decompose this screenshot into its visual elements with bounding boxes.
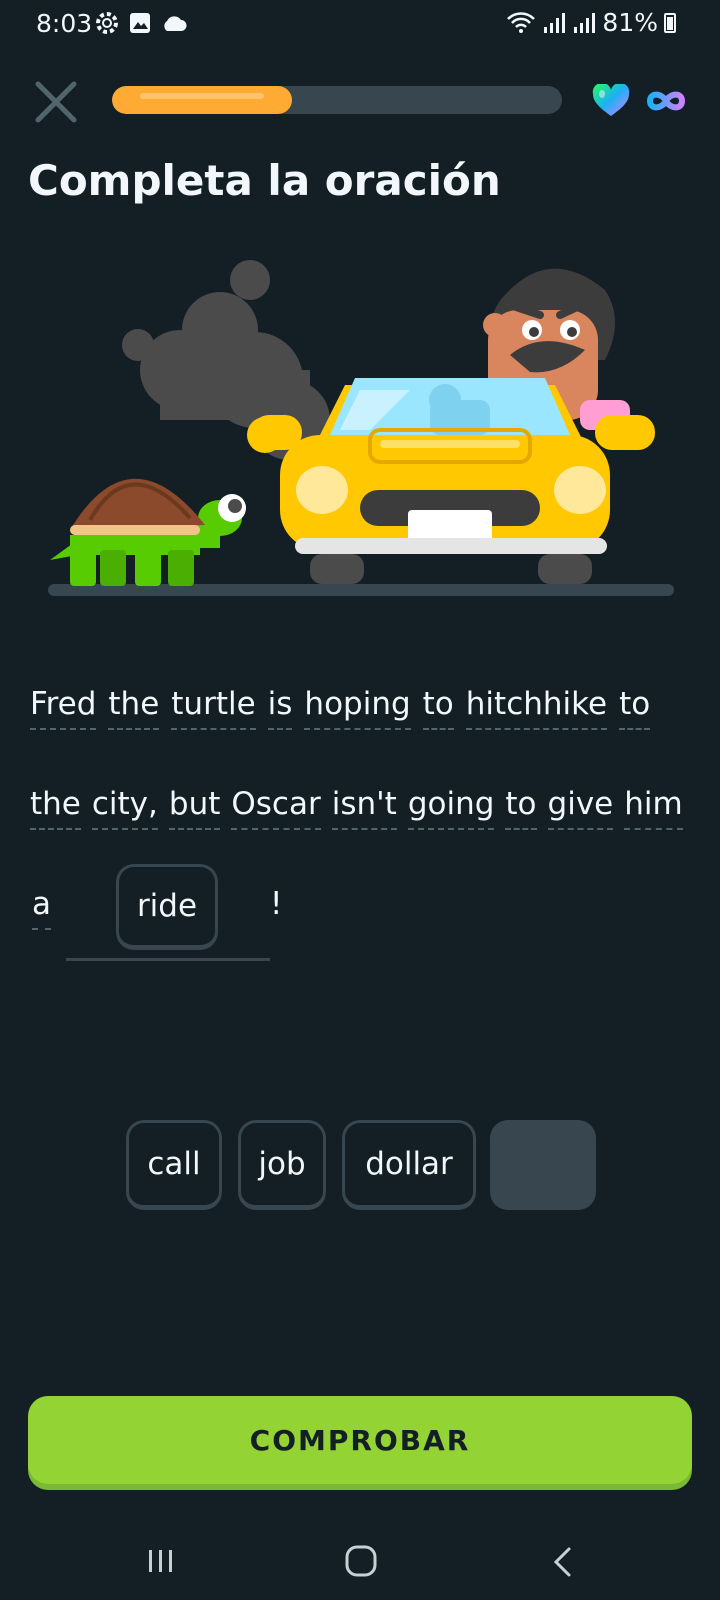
- cloud-icon: [164, 16, 187, 31]
- sentence-word[interactable]: but: [168, 786, 221, 830]
- answer-blank-line: [66, 958, 270, 961]
- sentence-word[interactable]: Oscar: [231, 786, 321, 830]
- sentence-line-2: the city, but Oscar isn't going to give him: [30, 786, 683, 830]
- sentence-word[interactable]: the: [108, 686, 160, 730]
- word-bank-chip-dollar[interactable]: dollar: [342, 1120, 476, 1210]
- sentence-word[interactable]: hoping: [304, 686, 411, 730]
- sentence-punctuation: !: [270, 886, 283, 922]
- turtle-car-illustration: [48, 260, 674, 596]
- navigation-bar: [0, 1520, 720, 1600]
- word-bank-empty-slot: [490, 1120, 596, 1210]
- sentence-word[interactable]: Fred: [30, 686, 97, 730]
- turtle: [50, 478, 246, 586]
- gallery-icon: [130, 13, 150, 33]
- sentence-word[interactable]: him: [624, 786, 683, 830]
- check-button[interactable]: COMPROBAR: [28, 1396, 692, 1484]
- sentence-word[interactable]: city,: [91, 786, 158, 830]
- word-bank-chip-job[interactable]: job: [238, 1120, 326, 1210]
- heart-icon[interactable]: [592, 84, 630, 118]
- status-bar: 8:03 81%: [0, 0, 720, 48]
- back-icon[interactable]: [552, 1546, 572, 1578]
- sentence-word[interactable]: to: [422, 686, 454, 730]
- sentence-word[interactable]: to: [505, 786, 537, 830]
- sentence-word[interactable]: going: [407, 786, 495, 830]
- signal-icon: [544, 12, 566, 33]
- sentence-word[interactable]: hitchhike: [465, 686, 608, 730]
- lesson-progress-fill: [112, 86, 292, 114]
- sentence-word[interactable]: isn't: [331, 786, 397, 830]
- infinity-icon[interactable]: [644, 88, 688, 114]
- close-icon[interactable]: [30, 76, 82, 128]
- lesson-progress-bar: [112, 86, 562, 114]
- sentence-word[interactable]: is: [267, 686, 293, 730]
- settings-gear-icon: [96, 12, 118, 34]
- lesson-progress-shine: [140, 93, 264, 99]
- status-time: 8:03: [36, 9, 93, 38]
- sentence-word[interactable]: a: [32, 886, 51, 930]
- wifi-icon: [507, 11, 536, 33]
- selected-word-chip[interactable]: ride: [116, 864, 218, 950]
- page-title: Completa la oración: [28, 156, 501, 205]
- word-bank-chip-call[interactable]: call: [126, 1120, 222, 1210]
- recent-apps-icon[interactable]: [146, 1548, 176, 1574]
- home-icon[interactable]: [344, 1544, 378, 1578]
- sentence-word[interactable]: give: [547, 786, 614, 830]
- sentence-word[interactable]: the: [30, 786, 81, 830]
- sentence-word[interactable]: turtle: [171, 686, 256, 730]
- signal-icon: [574, 12, 596, 33]
- sentence-line-1: Fred the turtle is hoping to hitchhike to: [30, 686, 651, 730]
- sentence-word[interactable]: to: [619, 686, 651, 730]
- battery-percent: 81%: [602, 8, 658, 37]
- battery-icon: [664, 12, 676, 33]
